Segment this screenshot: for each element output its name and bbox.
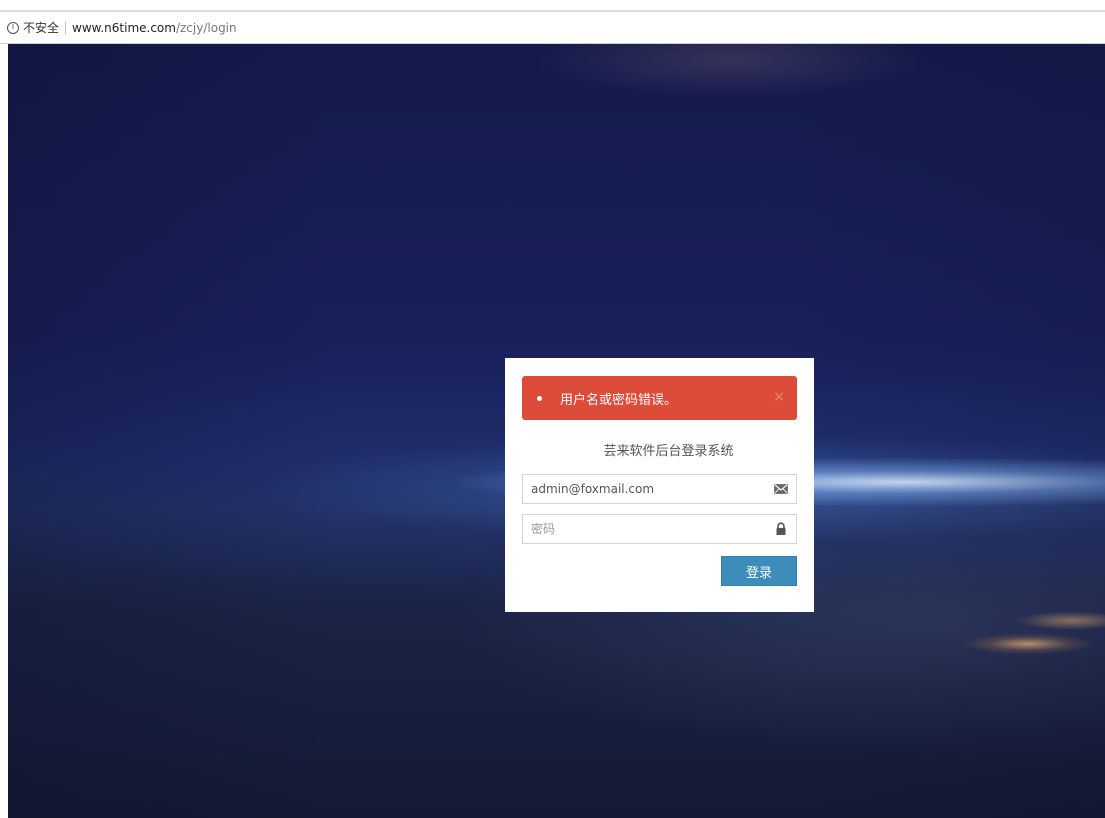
password-input[interactable] [523, 515, 769, 543]
browser-tab-strip [0, 0, 1105, 12]
login-title: 芸来软件后台登录系统 [603, 444, 734, 459]
info-icon[interactable]: i [7, 21, 19, 34]
envelope-icon [774, 484, 788, 494]
lock-icon [776, 522, 786, 535]
url-host[interactable]: www.n6time.com [72, 21, 176, 35]
alert-message: 用户名或密码错误。 [560, 392, 678, 408]
url-path[interactable]: /zcjy/login [176, 21, 237, 35]
login-panel: 用户名或密码错误。 × 芸来软件后台登录系统 登录 [505, 358, 814, 612]
security-status-label[interactable]: 不安全 [23, 19, 59, 36]
email-field[interactable] [522, 474, 797, 504]
email-input[interactable] [523, 475, 769, 503]
error-alert: 用户名或密码错误。 × [522, 376, 797, 420]
close-icon[interactable]: × [773, 389, 785, 405]
password-field[interactable] [522, 514, 797, 544]
alert-bullet-icon [537, 395, 542, 401]
address-bar[interactable]: i 不安全 www.n6time.com/zcjy/login [0, 12, 1105, 44]
address-separator [65, 20, 67, 35]
login-button[interactable]: 登录 [721, 556, 797, 586]
